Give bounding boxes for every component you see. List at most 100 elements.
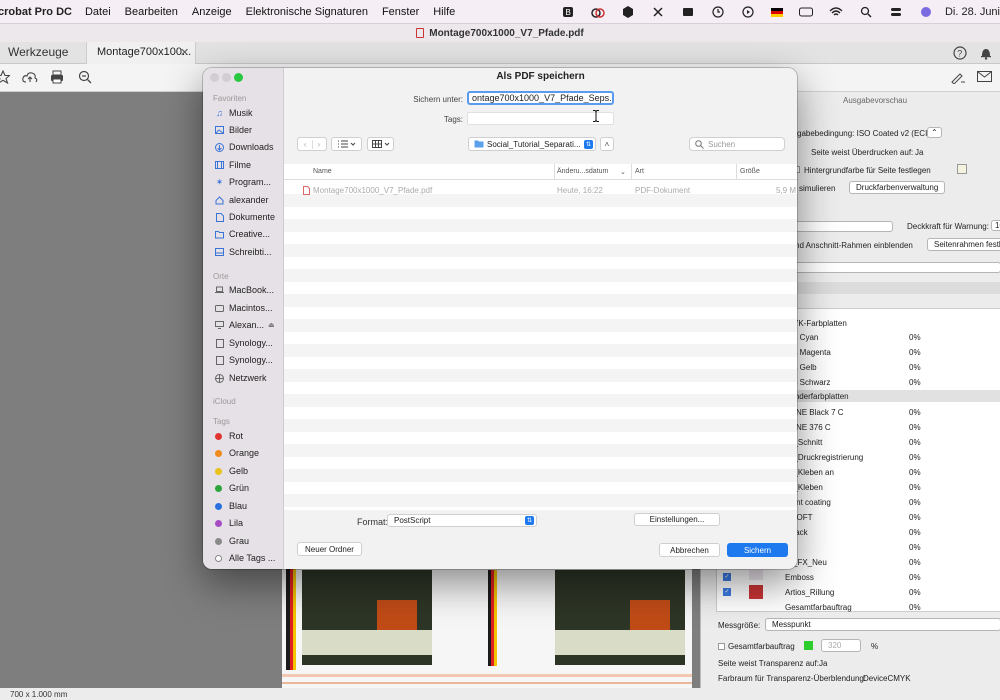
sidebar-item-musik[interactable]: ♫ Musik [215, 108, 283, 118]
play-icon[interactable] [741, 5, 755, 19]
star-icon[interactable] [0, 70, 10, 84]
sidebar-item-schreibtisch[interactable]: Schreibti... [215, 247, 283, 257]
column-size[interactable]: Größe [740, 168, 760, 175]
plate-row[interactable]: os_Kleben 0% [781, 480, 1000, 495]
preview-dropdown[interactable] [793, 262, 1000, 273]
sample-size-dropdown[interactable]: Messpunkt [765, 618, 1000, 631]
tab-tools[interactable]: Werkzeuge [8, 45, 68, 59]
grid-view-button[interactable] [367, 137, 394, 151]
plate-row[interactable]: TONE 376 C 0% [781, 420, 1000, 435]
zoom-window-button[interactable] [234, 73, 243, 82]
close-tab-icon[interactable]: ✕ [180, 46, 189, 59]
forward-icon[interactable]: › [311, 139, 326, 149]
menu-signaturen[interactable]: Elektronische Signaturen [239, 6, 375, 18]
menu-fenster[interactable]: Fenster [375, 6, 426, 18]
bbedit-icon[interactable]: B [561, 5, 575, 19]
tag-gruen[interactable]: Grün [215, 483, 283, 493]
menu-hilfe[interactable]: Hilfe [426, 6, 462, 18]
column-modified[interactable]: Änderu...sdatum [557, 168, 608, 175]
sidebar-item-home[interactable]: alexander [215, 195, 283, 205]
plate-row[interactable]: OSOFT 0% [781, 510, 1000, 525]
wifi-icon[interactable] [829, 5, 843, 19]
sidebar-item-filme[interactable]: Filme [215, 160, 283, 170]
column-kind[interactable]: Art [635, 168, 644, 175]
sidebar-item-synology-2[interactable]: Synology... [215, 355, 283, 365]
collapse-button[interactable]: ˄ [600, 137, 614, 151]
all-tags[interactable]: Alle Tags ... [215, 553, 283, 563]
app-menu[interactable]: crobat Pro DC [0, 6, 78, 18]
bg-color-swatch[interactable] [957, 164, 967, 174]
plate-row[interactable]: Emboss 0% [781, 570, 1000, 585]
hexagon-icon[interactable] [621, 5, 635, 19]
sidebar-item-downloads[interactable]: Downloads [215, 142, 283, 152]
plate-row[interactable]: os_Kleben an 0% [781, 465, 1000, 480]
emboss-checkbox[interactable]: ✓ [723, 573, 731, 581]
file-list[interactable]: Name Änderu...sdatum ⌄ Art Größe Montage… [284, 164, 797, 510]
tag-grau[interactable]: Grau [215, 536, 283, 546]
format-dropdown[interactable]: PostScript ⇅ [387, 514, 537, 527]
siri-icon[interactable] [919, 5, 933, 19]
tag-gelb[interactable]: Gelb [215, 466, 283, 476]
menu-anzeige[interactable]: Anzeige [185, 6, 239, 18]
sign-icon[interactable] [950, 70, 966, 84]
plate-row[interactable]: TONE Black 7 C 0% [781, 405, 1000, 420]
plate-row[interactable]: ial_FX_Neu 0% [781, 555, 1000, 570]
sidebar-item-programme[interactable]: ✶ Program... [215, 177, 283, 187]
time-machine-icon[interactable] [711, 5, 725, 19]
warning-dropdown[interactable] [793, 221, 893, 232]
bell-icon[interactable] [979, 46, 993, 60]
creative-cloud-icon[interactable] [591, 5, 605, 19]
sidebar-item-netzwerk[interactable]: Netzwerk [215, 373, 283, 383]
german-flag-icon[interactable] [770, 7, 783, 17]
zoom-out-icon[interactable] [78, 70, 92, 84]
minimize-window-button[interactable] [222, 73, 231, 82]
sidebar-item-synology-1[interactable]: Synology... [215, 338, 283, 348]
control-center-icon[interactable] [889, 5, 903, 19]
screen-icon[interactable] [681, 5, 695, 19]
tag-lila[interactable]: Lila [215, 518, 283, 528]
plate-row[interactable]: os_Druckregistrierung 0% [781, 450, 1000, 465]
list-view-button[interactable] [331, 137, 362, 151]
plate-row[interactable]: nzlack0% [781, 525, 1000, 540]
folder-dropdown[interactable]: Social_Tutorial_Separati... ⇅ [468, 137, 596, 151]
cancel-button[interactable]: Abbrechen [659, 543, 720, 557]
search-icon[interactable] [859, 5, 873, 19]
total-ink-field[interactable]: 320 [821, 639, 861, 652]
tools-icon[interactable] [651, 5, 665, 19]
close-window-button[interactable] [210, 73, 219, 82]
new-folder-button[interactable]: Neuer Ordner [297, 542, 362, 556]
menu-datei[interactable]: Datei [78, 6, 118, 18]
clock[interactable]: Di. 28. Juni [945, 6, 1000, 18]
artios-checkbox[interactable]: ✓ [723, 588, 731, 596]
battery-icon[interactable] [798, 5, 813, 19]
back-forward-buttons[interactable]: ‹ › [297, 137, 327, 151]
set-page-frames-button[interactable]: Seitenrahmen festl [927, 238, 1000, 251]
save-as-input[interactable]: ontage700x1000_V7_Pfade_Seps.ps [467, 91, 614, 105]
plate-row[interactable]: foil0% [781, 540, 1000, 555]
help-icon[interactable]: ? [953, 46, 967, 60]
tag-blau[interactable]: Blau [215, 501, 283, 511]
plate-row[interactable]: Artios_Rillung 0% [781, 585, 1000, 600]
plate-row[interactable]: Gesamtfarbauftrag 0% [781, 600, 1000, 615]
plate-row[interactable]: ment coating 0% [781, 495, 1000, 510]
plate-row[interactable]: ess Schwarz 0% [781, 375, 1000, 390]
plate-row[interactable]: ess Cyan 0% [781, 330, 1000, 345]
ink-manager-button[interactable]: Druckfarbenverwaltung [849, 181, 946, 194]
plate-row[interactable]: ess Gelb 0% [781, 360, 1000, 375]
sidebar-item-macintosh[interactable]: Macintos... [215, 303, 283, 313]
total-ink-swatch[interactable] [804, 641, 813, 650]
upload-cloud-icon[interactable] [22, 70, 38, 84]
sidebar-item-dokumente[interactable]: Dokumente [215, 212, 283, 222]
mail-icon[interactable] [977, 71, 993, 83]
eject-icon[interactable]: ⏏ [268, 321, 275, 329]
sidebar-item-macbook[interactable]: MacBook... [215, 285, 283, 295]
opacity-warning-field[interactable]: 10 [991, 220, 1000, 231]
settings-button[interactable]: Einstellungen... [634, 513, 720, 526]
back-icon[interactable]: ‹ [299, 140, 312, 149]
print-icon[interactable] [50, 70, 64, 84]
sidebar-item-bilder[interactable]: Bilder [215, 125, 283, 135]
column-name[interactable]: Name [313, 168, 332, 175]
total-ink-checkbox[interactable] [718, 643, 725, 650]
plate-row[interactable]: os_Schnitt 0% [781, 435, 1000, 450]
table-row[interactable]: Montage700x1000_V7_Pfade.pdf Heute, 16:2… [284, 184, 797, 198]
